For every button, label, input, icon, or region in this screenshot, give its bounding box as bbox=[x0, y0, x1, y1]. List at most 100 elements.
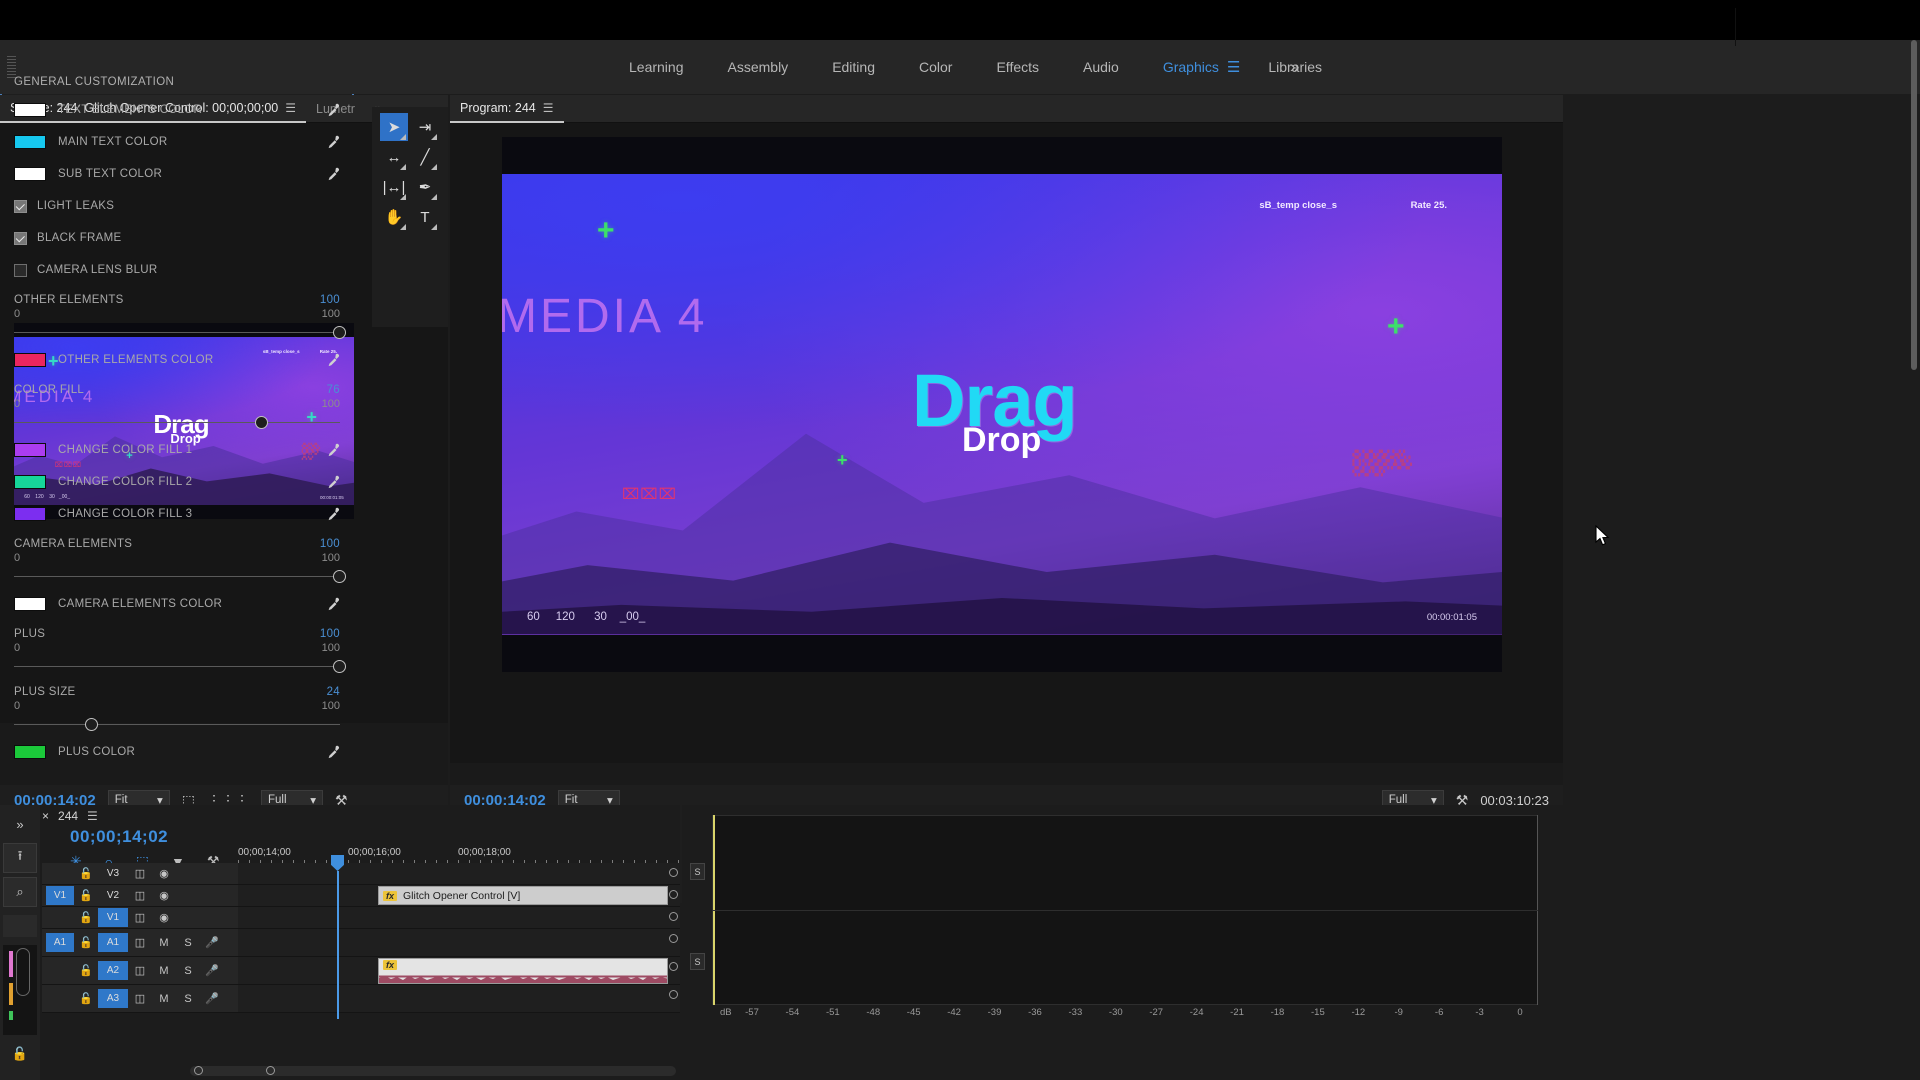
razor-tool[interactable]: ╱ bbox=[411, 143, 439, 171]
timeline-video-clip[interactable]: fx Glitch Opener Control [V] bbox=[378, 886, 668, 905]
slider-track[interactable] bbox=[14, 414, 340, 432]
color-swatch[interactable] bbox=[14, 507, 46, 521]
timeline-marker-icon[interactable]: ⧈ bbox=[3, 1073, 37, 1080]
eyedropper-icon[interactable] bbox=[326, 745, 340, 759]
track-lock-icon[interactable]: 🔓 bbox=[74, 936, 98, 949]
track-sync-lock-icon[interactable]: ◫ bbox=[128, 936, 152, 949]
slider-value[interactable]: 100 bbox=[320, 294, 340, 306]
track-name[interactable]: A3 bbox=[98, 989, 128, 1008]
track-mute-button[interactable]: M bbox=[152, 965, 176, 977]
essential-graphics-scrollbar[interactable] bbox=[1911, 40, 1917, 370]
pen-tool[interactable]: ✒ bbox=[411, 173, 439, 201]
track-lane[interactable]: fx bbox=[238, 957, 680, 984]
slip-tool[interactable]: |↔| bbox=[380, 173, 408, 201]
timeline-track-row[interactable]: A1 🔓 A1 ◫ M S 🎤 bbox=[42, 929, 680, 957]
color-swatch[interactable] bbox=[14, 135, 46, 149]
eg-checkbox-row[interactable]: BLACK FRAME bbox=[0, 222, 350, 254]
ripple-edit-tool[interactable]: ↔ bbox=[380, 143, 408, 171]
workspace-menu-icon[interactable]: ☰ bbox=[1227, 58, 1246, 76]
track-select-forward-tool[interactable]: ⇥ bbox=[411, 113, 439, 141]
workspace-overflow-button[interactable]: » bbox=[1290, 40, 1299, 94]
track-mute-button[interactable]: M bbox=[152, 937, 176, 949]
timeline-audio-clip[interactable]: fx bbox=[378, 958, 668, 984]
tools-grid[interactable]: ➤ ⇥ ↔ ╱ |↔| ✒ ✋ T bbox=[372, 107, 448, 237]
track-solo-button[interactable]: S bbox=[176, 965, 200, 977]
workspace-tab-effects[interactable]: Effects bbox=[974, 53, 1061, 81]
eyedropper-icon[interactable] bbox=[326, 507, 340, 521]
color-swatch[interactable] bbox=[14, 167, 46, 181]
track-voiceover-icon[interactable]: 🎤 bbox=[200, 936, 224, 949]
slider-value[interactable]: 100 bbox=[320, 538, 340, 550]
track-lane[interactable] bbox=[238, 985, 680, 1012]
workspace-tabs[interactable]: Learning Assembly Editing Color Effects Audio… bbox=[607, 53, 1344, 81]
slider-knob[interactable] bbox=[333, 660, 346, 673]
track-target-toggle[interactable] bbox=[46, 961, 74, 980]
track-sync-lock-icon[interactable]: ◫ bbox=[128, 964, 152, 977]
slider-knob[interactable] bbox=[333, 570, 346, 583]
premiere-pro-window: Learning Assembly Editing Color Effects Audio… bbox=[0, 0, 1920, 1080]
selection-tool[interactable]: ➤ bbox=[380, 113, 408, 141]
eyedropper-icon[interactable] bbox=[326, 103, 340, 117]
workspace-tab-editing[interactable]: Editing bbox=[810, 53, 897, 81]
eyedropper-icon[interactable] bbox=[326, 443, 340, 457]
slider-knob[interactable] bbox=[85, 718, 99, 731]
checkbox[interactable] bbox=[14, 231, 27, 245]
workspace-tab-assembly[interactable]: Assembly bbox=[706, 53, 811, 81]
timeline-lock-icon[interactable]: 🔓 bbox=[3, 1039, 37, 1069]
track-target-toggle[interactable] bbox=[46, 989, 74, 1008]
slider-knob[interactable] bbox=[254, 416, 268, 429]
essential-graphics-controls[interactable]: GENERAL CUSTOMIZATION TEXT ELEMENTS COLO… bbox=[0, 62, 350, 926]
type-tool[interactable]: T bbox=[411, 203, 439, 231]
eyedropper-icon[interactable] bbox=[326, 475, 340, 489]
track-target-toggle[interactable]: A1 bbox=[46, 933, 74, 952]
workspace-tab-color[interactable]: Color bbox=[897, 53, 974, 81]
track-lock-icon[interactable]: 🔓 bbox=[74, 992, 98, 1005]
color-swatch[interactable] bbox=[14, 443, 46, 457]
timeline-track-row[interactable]: 🔓 A2 ◫ M S 🎤 fx bbox=[42, 957, 680, 985]
workspace-tab-audio[interactable]: Audio bbox=[1061, 53, 1141, 81]
track-name[interactable]: A2 bbox=[98, 961, 128, 980]
track-voiceover-icon[interactable]: 🎤 bbox=[200, 964, 224, 977]
program-monitor-viewport[interactable]: + + + MEDIA 4 Drag Drop sB_temp close_s … bbox=[450, 123, 1563, 763]
track-lane[interactable] bbox=[238, 929, 680, 956]
eyedropper-icon[interactable] bbox=[326, 597, 340, 611]
slider-knob[interactable] bbox=[333, 326, 346, 339]
color-swatch[interactable] bbox=[14, 353, 46, 367]
workspace-tab-graphics[interactable]: Graphics bbox=[1141, 53, 1241, 81]
track-sync-lock-icon[interactable]: ◫ bbox=[128, 992, 152, 1005]
program-monitor-tab[interactable]: Program: 244 ☰ bbox=[450, 95, 564, 123]
program-panel-menu-icon[interactable]: ☰ bbox=[543, 101, 554, 115]
color-swatch[interactable] bbox=[14, 597, 46, 611]
track-mute-button[interactable]: M bbox=[152, 993, 176, 1005]
track-solo-button[interactable]: S bbox=[176, 993, 200, 1005]
hand-tool[interactable]: ✋ bbox=[380, 203, 408, 231]
eyedropper-icon[interactable] bbox=[326, 135, 340, 149]
slider-track[interactable] bbox=[14, 568, 346, 586]
eyedropper-icon[interactable] bbox=[326, 353, 340, 367]
eg-checkbox-row[interactable]: LIGHT LEAKS bbox=[0, 190, 350, 222]
slider-track[interactable] bbox=[14, 324, 346, 342]
audio-db-tick: -27 bbox=[1149, 1007, 1164, 1018]
checkbox[interactable] bbox=[14, 263, 27, 277]
tools-panel: ➤ ⇥ ↔ ╱ |↔| ✒ ✋ T bbox=[372, 107, 448, 327]
audio-solo-right-button[interactable]: S bbox=[690, 953, 705, 970]
color-swatch[interactable] bbox=[14, 745, 46, 759]
track-voiceover-icon[interactable]: 🎤 bbox=[200, 992, 224, 1005]
timeline-track-row[interactable]: 🔓 A3 ◫ M S 🎤 bbox=[42, 985, 680, 1013]
eyedropper-icon[interactable] bbox=[326, 167, 340, 181]
track-solo-button[interactable]: S bbox=[176, 937, 200, 949]
track-lock-icon[interactable]: 🔓 bbox=[74, 964, 98, 977]
color-swatch[interactable] bbox=[14, 103, 46, 117]
slider-value[interactable]: 100 bbox=[320, 628, 340, 640]
timeline-hscrollbar[interactable] bbox=[190, 1066, 676, 1076]
eg-checkbox-row[interactable]: CAMERA LENS BLUR bbox=[0, 254, 350, 286]
track-name[interactable]: A1 bbox=[98, 933, 128, 952]
workspace-tab-learning[interactable]: Learning bbox=[607, 53, 706, 81]
slider-track[interactable] bbox=[14, 658, 346, 676]
slider-value[interactable]: 24 bbox=[327, 686, 340, 698]
checkbox[interactable] bbox=[14, 199, 27, 213]
slider-value[interactable]: 76 bbox=[327, 384, 340, 396]
audio-solo-left-button[interactable]: S bbox=[690, 863, 705, 880]
slider-track[interactable] bbox=[14, 716, 340, 734]
color-swatch[interactable] bbox=[14, 475, 46, 489]
